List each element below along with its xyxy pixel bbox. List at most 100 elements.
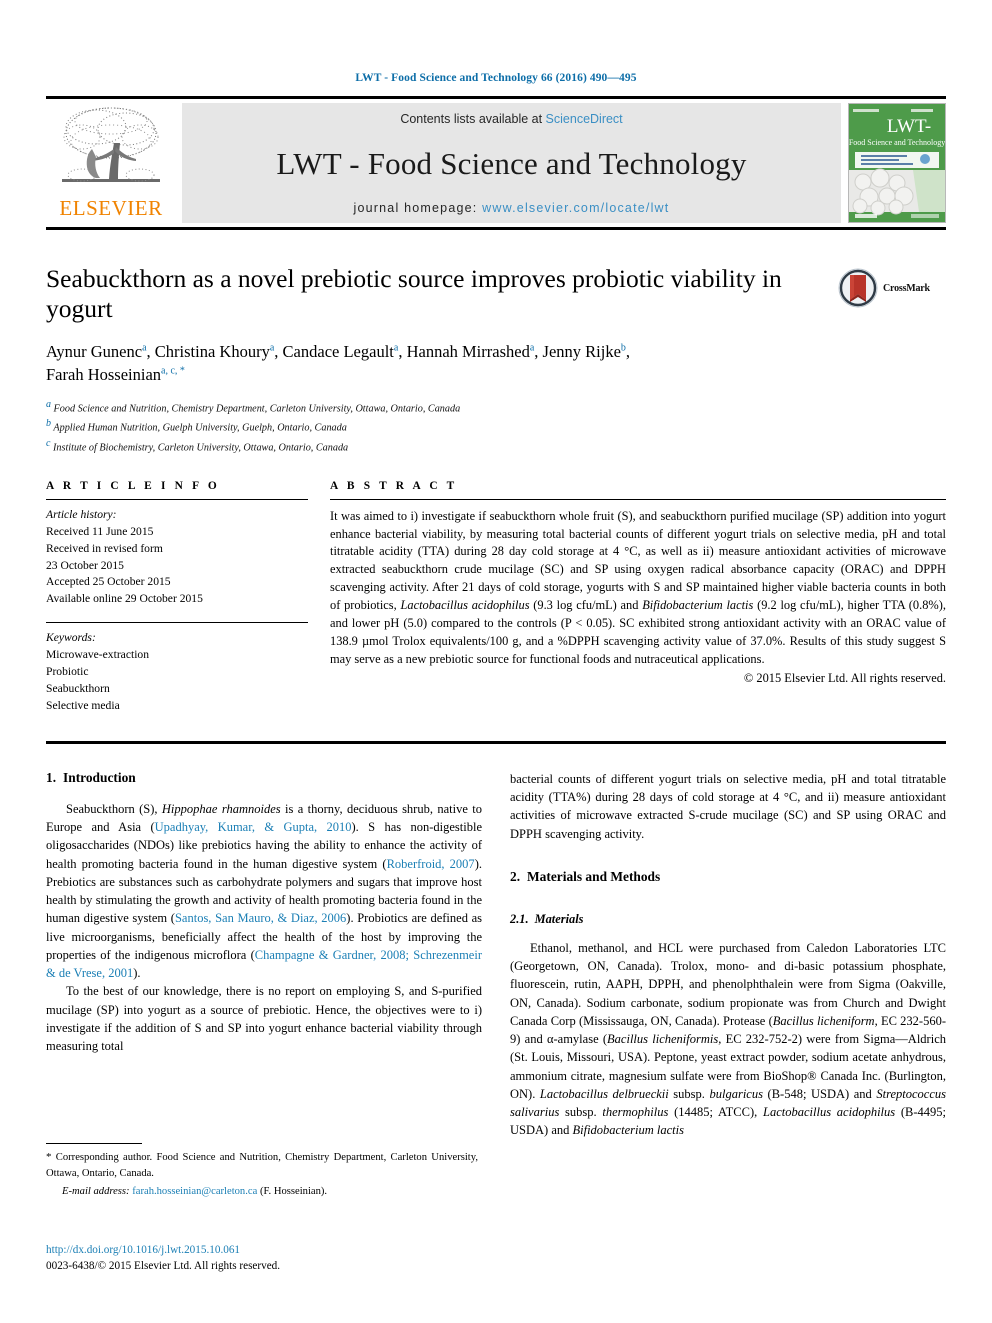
crossmark-label: CrossMark [883,282,930,294]
affiliation-sup-b: b [46,418,51,430]
section-heading-introduction: 1. Introduction [46,770,482,786]
materials-p1-e: (B-548; USDA) and [762,1086,877,1101]
materials-italic-3: Lactobacillus delbrueckii [539,1086,669,1101]
running-head: LWT - Food Science and Technology 66 (20… [355,72,637,84]
affiliation-text-b: Applied Human Nutrition, Guelph Universi… [53,422,347,434]
article-info-column: A R T I C L E I N F O Article history: R… [46,480,308,715]
info-abstract-row: A R T I C L E I N F O Article history: R… [46,480,946,715]
email-suffix: (F. Hosseinian). [257,1185,328,1197]
footer-doi-block: http://dx.doi.org/10.1016/j.lwt.2015.10.… [46,1243,280,1275]
intro-paragraph-2: To the best of our knowledge, there is n… [46,984,482,1054]
spacer-before-methods [510,843,946,869]
history-item-1: Received 11 June 2015 [46,524,154,538]
author-name-6: Farah Hosseinian [46,364,162,384]
author-name-2: Christina Khoury [154,342,270,362]
title-block: Seabuckthorn as a novel prebiotic source… [46,264,946,456]
footnote-body: Corresponding author. Food Science and N… [46,1152,478,1179]
journal-homepage-link[interactable]: www.elsevier.com/locate/lwt [482,201,669,215]
author-sup-3: a [393,342,399,354]
materials-paragraph-1: Ethanol, methanol, and HCL were purchase… [510,939,946,1140]
keyword-1: Microwave-extraction [46,648,150,662]
intro-section-title: Introduction [63,769,136,785]
abstract-column: A B S T R A C T It was aimed to i) inves… [330,480,946,715]
page-title: Seabuckthorn as a novel prebiotic source… [46,264,782,324]
svg-text:Food Science and Technology: Food Science and Technology [849,138,945,147]
abstract-text: It was aimed to i) investigate if seabuc… [330,500,946,669]
sciencedirect-link[interactable]: ScienceDirect [546,112,623,126]
history-item-3: 23 October 2015 [46,558,124,572]
materials-italic-4: bulgaricus [709,1086,763,1101]
methods-section-number: 2. [510,868,521,884]
author-name-1: Aynur Gunenc [46,342,143,362]
article-history-label: Article history: [46,507,117,521]
author-list: Aynur Gunenca, Christina Khourya, Candac… [46,342,631,384]
affiliation-sup-a: a [46,398,51,410]
methods-section-title: Materials and Methods [527,868,661,884]
materials-italic-6: thermophilus [602,1105,669,1120]
materials-italic-7: Lactobacillus acidophilus [763,1105,896,1120]
footnote-rule [46,1143,142,1144]
affiliation-c: c Institute of Biochemistry, Carleton Un… [46,436,946,456]
materials-p1-g: (14485; ATCC), [668,1105,764,1120]
intro-p1-italic: Hippophae rhamnoides [161,801,281,816]
issn-copyright-line: 0023-6438/© 2015 Elsevier Ltd. All right… [46,1259,281,1272]
spacer-methods [510,899,946,912]
elsevier-tree-icon [62,107,160,182]
crossmark-icon [838,268,878,308]
paper-page: LWT - Food Science and Technology 66 (20… [0,0,992,1323]
corresponding-author-footnote: * Corresponding author. Food Science and… [46,1143,478,1199]
doi-link[interactable]: http://dx.doi.org/10.1016/j.lwt.2015.10.… [46,1243,280,1259]
citation-upadhyay[interactable]: Upadhyay, Kumar, & Gupta, 2010 [155,820,352,834]
corresponding-author-email-link[interactable]: farah.hosseinian@carleton.ca [132,1186,257,1197]
body-separator-rule [46,740,946,744]
author-sup-1: a [142,342,147,354]
keywords-group: Keywords: Microwave-extraction Probiotic… [46,623,308,715]
citation-santos[interactable]: Santos, San Mauro, & Diaz, 2006 [175,911,346,925]
cover-image: LWT- Food Science and Technology [848,103,946,223]
elsevier-logo: ELSEVIER [46,99,176,227]
intro-p1-f: ). [133,966,141,981]
materials-p1-d: subsp. [668,1086,710,1101]
article-history-group: Article history: Received 11 June 2015 R… [46,500,308,609]
intro-paragraph-1: Seabuckthorn (S), Hippophae rhamnoides i… [46,800,482,983]
journal-homepage-line: journal homepage: www.elsevier.com/locat… [354,201,670,215]
crossmark-badge[interactable]: CrossMark [838,266,946,310]
journal-title: LWT - Food Science and Technology [276,146,747,181]
body-column-right: bacterial counts of different yogurt tri… [510,770,946,1140]
footnote-text: * Corresponding author. Food Science and… [46,1150,478,1181]
abstract-heading: A B S T R A C T [330,479,458,492]
author-name-3: Candace Legault [282,342,394,362]
intro-section-number: 1. [46,769,57,785]
affiliation-text-a: Food Science and Nutrition, Chemistry De… [53,403,461,415]
subsection-heading-materials: 2.1. Materials [510,912,946,927]
journal-cover-thumbnail: LWT- Food Science and Technology [841,99,946,227]
history-item-2: Received in revised form [46,541,163,555]
citation-roberfroid[interactable]: Roberfroid, 2007 [387,857,475,871]
materials-italic-8: Bifidobacterium lactis [572,1123,684,1138]
abstract-italic-2: Bifidobacterium lactis [642,598,754,613]
journal-masthead: ELSEVIER Contents lists available at Sci… [46,96,946,230]
abstract-part-2: (9.3 log cfu/mL) and [529,598,643,613]
email-label: E-mail address: [62,1185,130,1197]
author-sup-5: b [620,342,626,354]
body-column-left: 1. Introduction Seabuckthorn (S), Hippoph… [46,770,482,1140]
keywords-label: Keywords: [46,631,96,645]
abstract-part-1: It was aimed to i) investigate if seabuc… [330,508,946,613]
materials-subsection-title: Materials [534,911,584,926]
affiliation-b: b Applied Human Nutrition, Guelph Univer… [46,416,946,436]
intro-p1-a: Seabuckthorn (S), [66,801,162,816]
section-heading-materials-methods: 2. Materials and Methods [510,869,946,885]
author-sup-6: a, c, * [161,365,185,377]
materials-subsection-number: 2.1. [510,911,529,926]
history-item-5: Available online 29 October 2015 [46,592,203,606]
author-sup-4: a [529,342,535,354]
body-columns: 1. Introduction Seabuckthorn (S), Hippoph… [46,770,946,1140]
elsevier-wordmark: ELSEVIER [59,196,163,220]
journal-banner: Contents lists available at ScienceDirec… [182,103,841,223]
affiliation-a: a Food Science and Nutrition, Chemistry … [46,397,946,417]
materials-p1-f: subsp. [559,1105,603,1120]
materials-italic-2: Bacillus licheniformis [607,1032,719,1047]
contents-available-line: Contents lists available at ScienceDirec… [400,112,622,126]
materials-italic-1: Bacillus licheniform [772,1013,875,1028]
